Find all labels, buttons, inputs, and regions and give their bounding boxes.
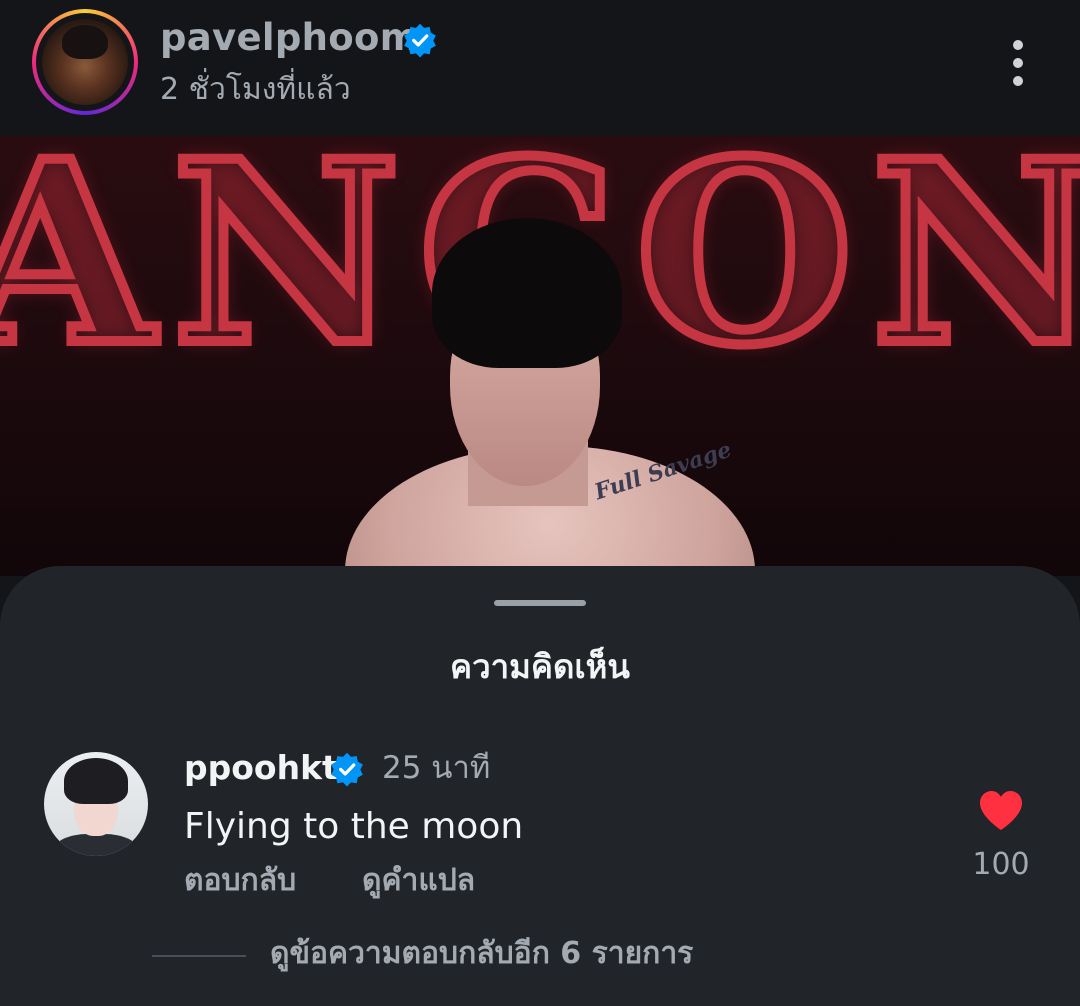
heart-icon[interactable] [977,788,1025,832]
verified-badge-icon [331,752,363,787]
post-username[interactable]: pavelphoom [160,16,419,60]
view-more-replies-button[interactable]: ดูข้อความตอบกลับอีก 6 รายการ [270,932,693,976]
comment-text: Flying to the moon [184,806,524,847]
see-translation-button[interactable]: ดูคำแปล [362,860,475,902]
reply-button[interactable]: ตอบกลับ [184,860,296,902]
verified-badge-icon [404,23,436,58]
comments-sheet: ความคิดเห็น ppoohkt 25 นาที Flying to th… [0,566,1080,1006]
like-count: 100 [972,847,1030,882]
drag-handle[interactable] [494,600,586,606]
profile-avatar[interactable] [32,9,138,115]
post-image[interactable]: ANCON Full Savage [0,136,1080,576]
more-vertical-icon[interactable] [1008,40,1028,86]
commenter-username[interactable]: ppoohkt [184,746,338,790]
sheet-title: ความคิดเห็น [450,647,630,686]
replies-divider [152,955,246,957]
commenter-avatar[interactable] [44,752,148,856]
comment-time: 25 นาที [382,750,491,786]
post-timestamp: 2 ชั่วโมงที่แล้ว [160,72,351,107]
post-header: pavelphoom 2 ชั่วโมงที่แล้ว [0,0,1080,136]
